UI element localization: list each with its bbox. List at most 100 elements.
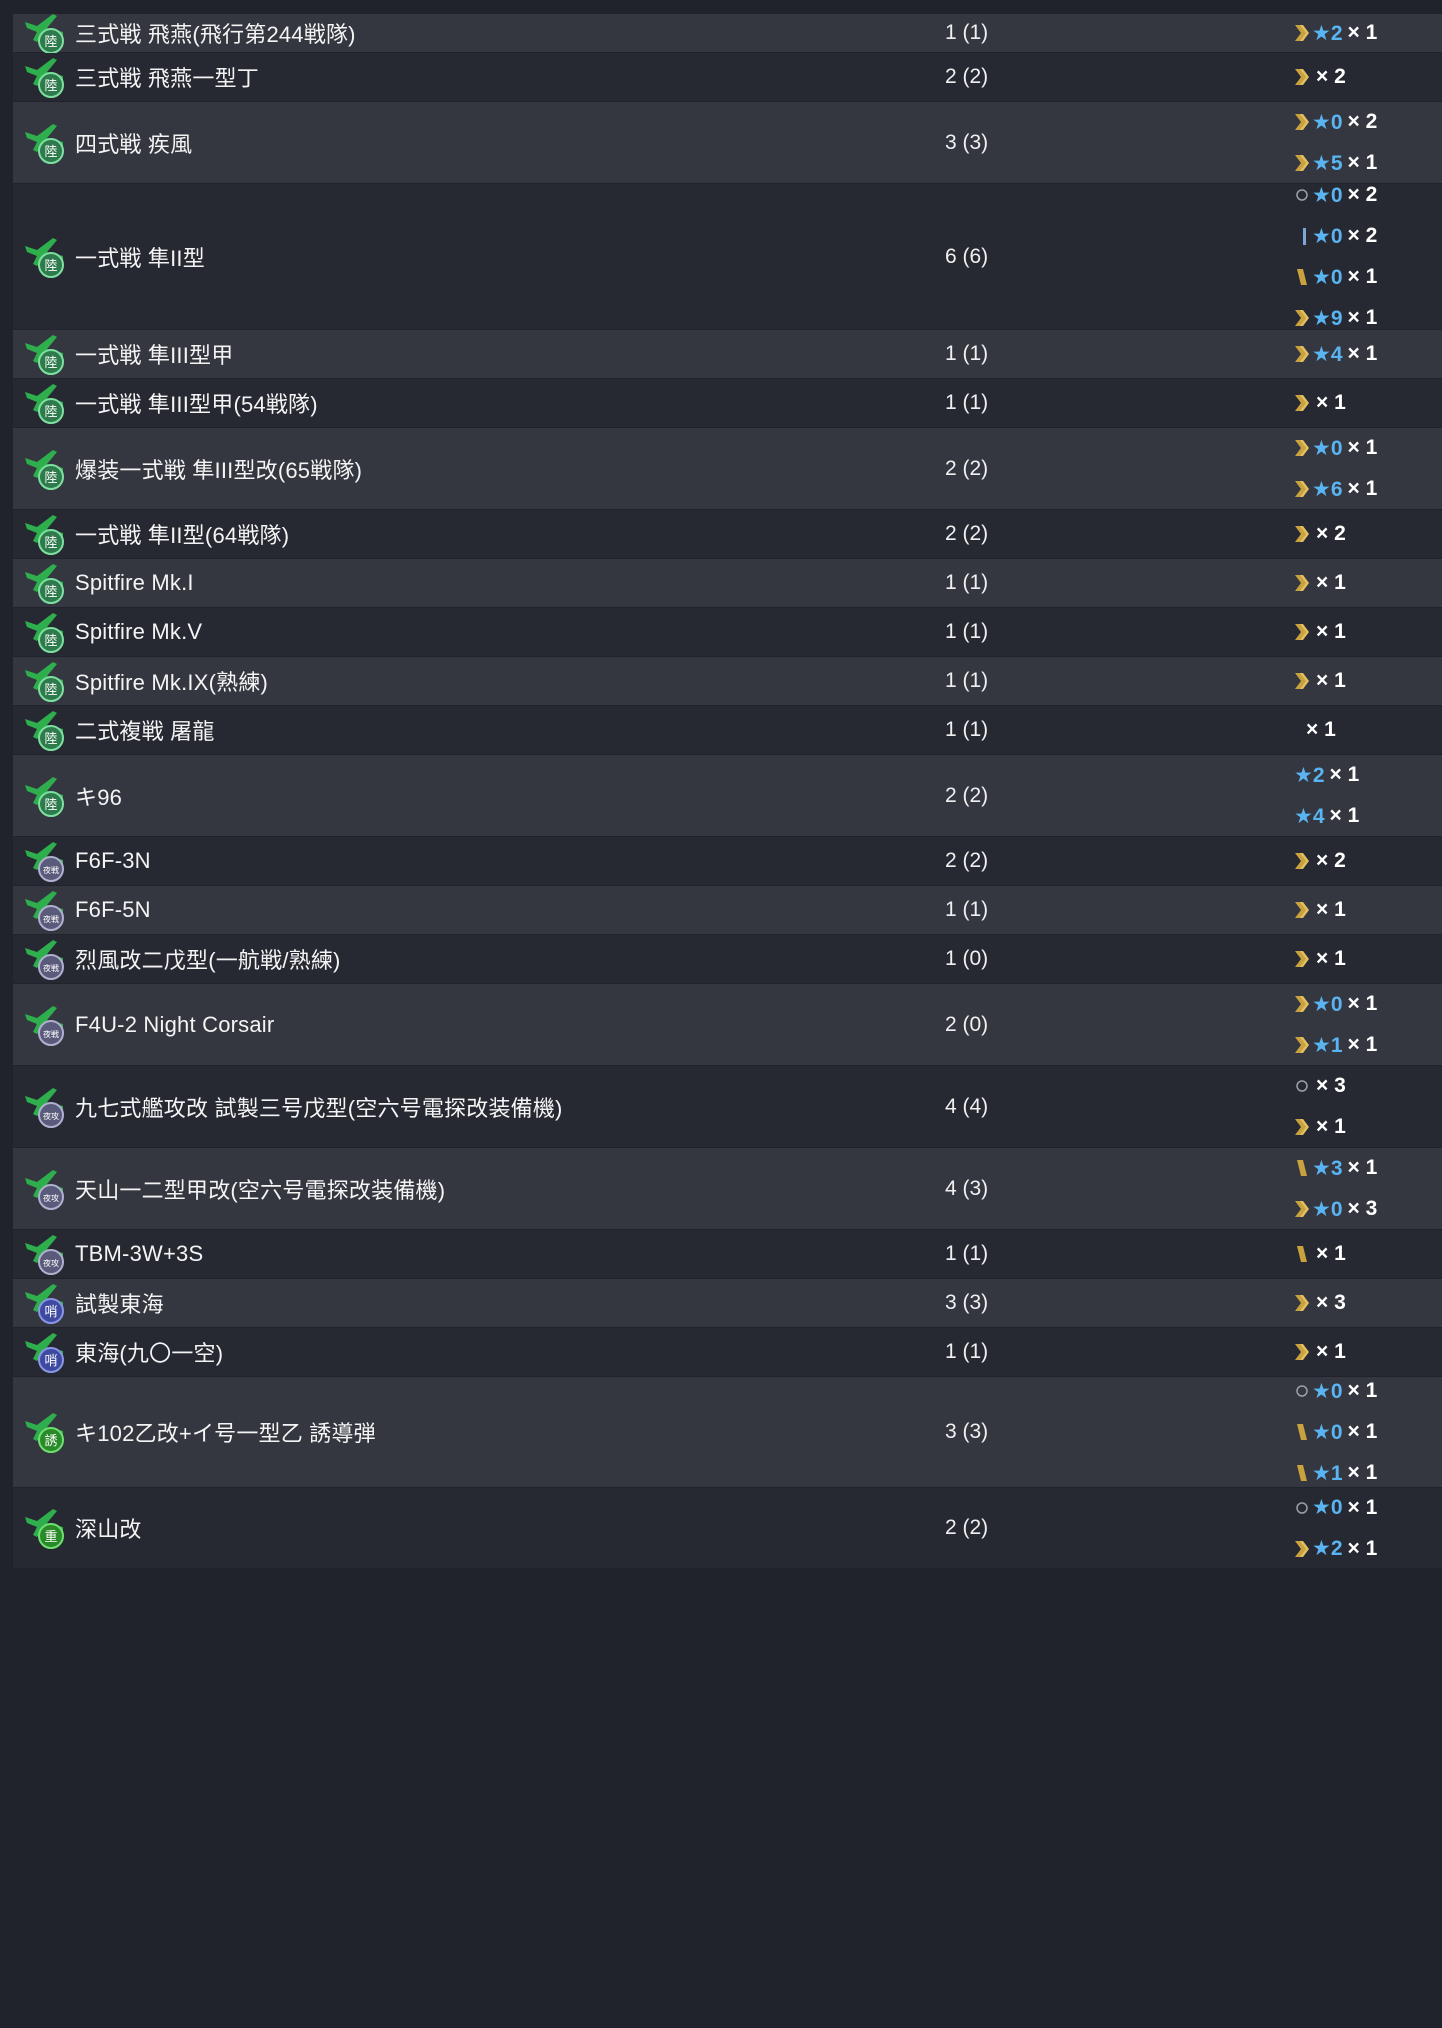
illumination-plane-icon: 哨 [13,1280,75,1326]
circle-icon [1294,1075,1310,1097]
illumination-plane-icon: 哨 [13,1329,75,1375]
svg-text:陸: 陸 [44,78,57,94]
bars-gold-icon [1294,1462,1310,1484]
table-row: 哨 試製東海 3 (3) × 3 [13,1279,1442,1327]
equipment-name: Spitfire Mk.V [75,619,203,644]
equipment-name: 二式複戦 屠龍 [75,719,215,744]
equipment-name: 烈風改二戊型(一航戦/熟練) [75,948,341,973]
equipment-count: 1 (1) [945,718,989,741]
quantity-multiplier: × 1 [1347,436,1378,459]
quantity-multiplier: × 1 [1347,477,1378,500]
proficiency-entry: ★2 × 1 [1294,763,1359,787]
quantity-multiplier: × 1 [1347,1033,1378,1056]
equipment-count: 1 (1) [945,1340,989,1363]
improvement-star: ★1 [1312,1033,1343,1057]
svg-text:重: 重 [44,1529,57,1545]
equipment-name: 一式戦 隼II型 [75,245,205,271]
table-row: 陸 Spitfire Mk.IX(熟練) 1 (1) × 1 [13,657,1442,705]
army-fighter-icon: 陸 [13,658,75,704]
chevron-double-gold-icon [1294,670,1310,692]
proficiency-list: × 2 [1294,837,1346,885]
equipment-name: F6F-3N [75,848,151,873]
chevron-double-gold-icon [1294,523,1310,545]
quantity-multiplier: × 1 [1316,571,1346,594]
proficiency-entry: × 2 [1294,522,1346,546]
quantity-multiplier: × 1 [1329,804,1360,827]
svg-text:陸: 陸 [44,34,57,50]
equipment-name: Spitfire Mk.IX(熟練) [75,670,269,695]
equipment-count: 3 (3) [945,1291,989,1314]
equipment-name: TBM-3W+3S [75,1241,204,1266]
equipment-name: キ96 [75,784,123,810]
svg-text:哨: 哨 [44,1354,57,1369]
army-fighter-icon: 陸 [13,380,75,426]
proficiency-entry: ★0 × 1 [1294,436,1377,460]
svg-text:夜戦: 夜戦 [43,865,59,875]
proficiency-list: ★4 × 1 [1294,330,1377,378]
equipment-name: 三式戦 飛燕(飛行第244戦隊) [75,22,356,47]
svg-text:陸: 陸 [44,144,57,160]
bars-gold-icon [1294,266,1310,288]
proficiency-entry: ★3 × 1 [1294,1156,1377,1180]
proficiency-list: × 2 [1294,510,1346,558]
quantity-multiplier: × 1 [1347,1156,1378,1179]
quantity-multiplier: × 1 [1316,947,1346,970]
quantity-multiplier: × 1 [1316,898,1346,921]
equipment-count: 1 (1) [945,620,989,643]
proficiency-list: ★0 × 1 ★1 × 1 [1294,984,1377,1065]
improvement-star: ★0 [1312,1420,1343,1444]
equipment-name: 東海(九〇一空) [75,1341,224,1366]
equipment-name: 深山改 [75,1517,142,1542]
chevron-double-gold-icon [1294,1538,1310,1560]
table-row: 夜戦 F6F-5N 1 (1) × 1 [13,886,1442,934]
army-fighter-icon: 陸 [13,331,75,377]
table-row: 夜戦 烈風改二戊型(一航戦/熟練) 1 (0) × 1 [13,935,1442,983]
chevron-double-gold-icon [1294,22,1310,44]
improvement-star: ★6 [1312,477,1343,501]
proficiency-list: × 3 × 1 [1294,1066,1346,1147]
proficiency-entry: × 1 [1294,1115,1346,1139]
quantity-multiplier: × 1 [1347,21,1378,44]
svg-text:哨: 哨 [44,1305,57,1320]
proficiency-entry: ★0 × 1 [1294,1420,1377,1444]
equipment-count: 3 (3) [945,130,989,154]
proficiency-list: ★0 × 1 ★2 × 1 [1294,1488,1377,1568]
equipment-name: 九七式艦攻改 試製三号戊型(空六号電探改装備機) [75,1095,563,1121]
chevron-double-gold-icon [1294,621,1310,643]
equipment-name: キ102乙改+イ号一型乙 誘導弾 [75,1421,376,1446]
improvement-star: ★2 [1312,1537,1343,1560]
chevron-double-gold-icon [1294,1116,1310,1138]
quantity-multiplier: × 1 [1316,669,1346,692]
proficiency-list: ★0 × 1 ★6 × 1 [1294,428,1377,509]
equipment-count: 1 (1) [945,391,989,414]
chevron-double-gold-icon [1294,572,1310,594]
improvement-star: ★2 [1294,763,1325,787]
svg-text:陸: 陸 [44,633,57,649]
proficiency-entry: × 1 [1294,1242,1346,1266]
army-fighter-icon: 陸 [13,234,75,280]
proficiency-entry: ★0 × 2 [1294,224,1377,248]
equipment-count: 4 (3) [945,1176,989,1200]
proficiency-entry: × 1 [1294,669,1346,693]
army-fighter-icon: 陸 [13,707,75,753]
quantity-multiplier: × 2 [1316,65,1346,88]
chevron-double-gold-icon [1294,392,1310,414]
night-fighter-icon: 夜戦 [13,838,75,884]
army-fighter-icon: 陸 [13,773,75,819]
table-row: 陸 一式戦 隼III型甲(54戦隊) 1 (1) × 1 [13,379,1442,427]
proficiency-entry: ★1 × 1 [1294,1033,1377,1057]
svg-text:誘: 誘 [44,1434,57,1449]
svg-text:夜戦: 夜戦 [43,914,59,924]
proficiency-entry: × 2 [1294,65,1346,89]
quantity-multiplier: × 3 [1347,1197,1378,1220]
circle-icon [1294,1497,1310,1519]
equipment-count: 1 (1) [945,342,989,365]
quantity-multiplier: × 1 [1316,391,1346,414]
svg-text:陸: 陸 [44,731,57,747]
svg-text:夜戦: 夜戦 [43,963,59,973]
chevron-double-gold-icon [1294,111,1310,133]
table-row: 重深山改 2 (2) ★0 × 1 ★2 × 1 [13,1488,1442,1568]
quantity-multiplier: × 1 [1329,763,1360,786]
night-fighter-icon: 夜戦 [13,887,75,933]
quantity-multiplier: × 3 [1316,1074,1346,1097]
